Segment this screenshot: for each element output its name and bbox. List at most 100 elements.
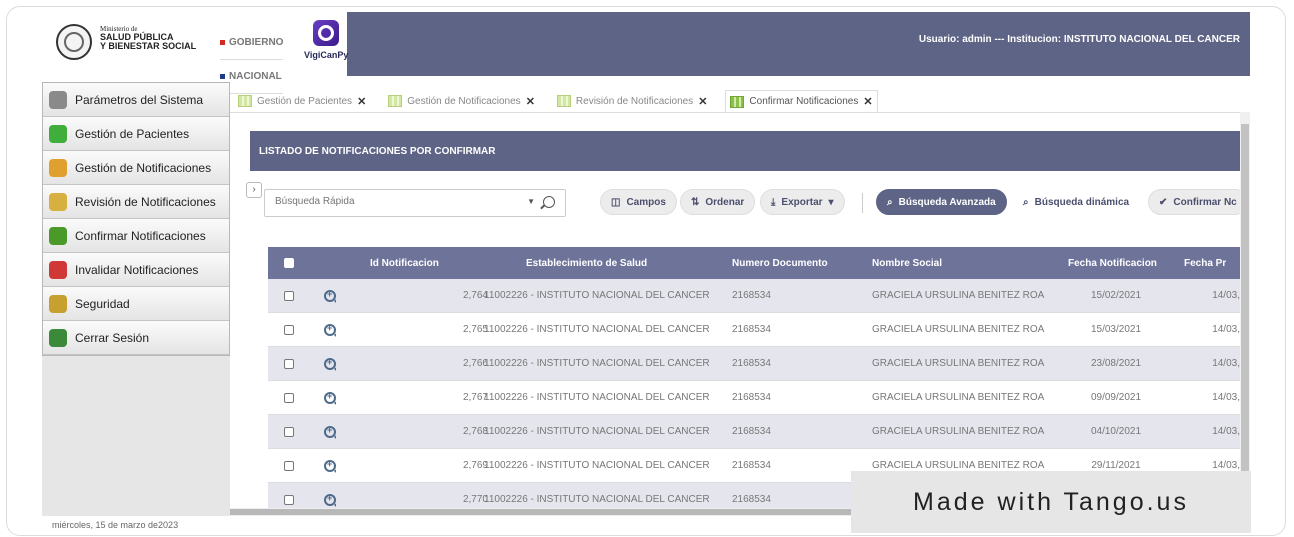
- row-checkbox[interactable]: [284, 290, 294, 301]
- row-view-cell: [324, 347, 336, 380]
- app-name: VigiCanPy: [304, 50, 349, 60]
- zoom-in-icon[interactable]: [324, 391, 336, 404]
- zoom-in-icon[interactable]: [324, 323, 336, 336]
- main-content: LISTADO DE NOTIFICACIONES POR CONFIRMAR …: [230, 112, 1240, 508]
- search-icon: ⌕: [887, 196, 893, 208]
- zoom-in-icon[interactable]: [324, 459, 336, 472]
- col-fecha-pr[interactable]: Fecha Pr: [1184, 247, 1226, 279]
- cell-id: 2,767: [462, 392, 488, 403]
- row-view-cell: [324, 313, 336, 346]
- invalidate-icon: [49, 260, 67, 279]
- tab-0[interactable]: Gestión de Pacientes ✕: [234, 90, 370, 112]
- ministry-seal-icon: [56, 24, 92, 60]
- cell-fecha: 15/03/2021: [1090, 324, 1142, 335]
- zoom-in-icon[interactable]: [324, 289, 336, 302]
- row-checkbox[interactable]: [284, 460, 294, 471]
- zoom-in-icon[interactable]: [324, 425, 336, 438]
- row-checkbox[interactable]: [284, 426, 294, 437]
- busqueda-dinamica-button[interactable]: ⌕ Búsqueda dinámica: [1012, 189, 1141, 215]
- cell-fecha_pr: 14/03,: [1212, 358, 1240, 369]
- tab-3[interactable]: Confirmar Notificaciones ✕: [725, 90, 878, 112]
- busqueda-avanzada-button[interactable]: ⌕ Búsqueda Avanzada: [876, 189, 1007, 215]
- sidebar-item-7[interactable]: Cerrar Sesión: [43, 321, 229, 355]
- select-all-cell: [284, 247, 294, 279]
- row-checkbox[interactable]: [284, 494, 294, 505]
- sidebar: Parámetros del Sistema Gestión de Pacient…: [42, 82, 230, 356]
- row-select-cell: [284, 449, 294, 482]
- col-fecha-notificacion[interactable]: Fecha Notificacion: [1068, 247, 1157, 279]
- zoom-in-icon[interactable]: [324, 493, 336, 506]
- row-checkbox[interactable]: [284, 392, 294, 403]
- quick-search[interactable]: ▼: [264, 189, 566, 217]
- zoom-in-icon[interactable]: [324, 357, 336, 370]
- cell-establecimiento: 11002226 - INSTITUTO NACIONAL DEL CANCER: [484, 426, 710, 437]
- columns-icon: ◫: [611, 196, 621, 208]
- col-nombre-social[interactable]: Nombre Social: [872, 247, 942, 279]
- sidebar-item-1[interactable]: Gestión de Pacientes: [43, 117, 229, 151]
- flag-blue-icon: [220, 74, 225, 79]
- select-all-checkbox[interactable]: [284, 258, 294, 268]
- sidebar-item-5[interactable]: Invalidar Notificaciones: [43, 253, 229, 287]
- confirmar-button[interactable]: ✔ Confirmar Nc: [1148, 189, 1240, 215]
- sidebar-item-4[interactable]: Confirmar Notificaciones: [43, 219, 229, 253]
- expand-toggle-button[interactable]: ›: [246, 182, 262, 198]
- close-icon[interactable]: ✕: [698, 95, 707, 108]
- cell-documento: 2168534: [732, 426, 771, 437]
- grid-icon: [730, 95, 745, 108]
- cell-id: 2,769: [462, 460, 488, 471]
- row-select-cell: [284, 279, 294, 312]
- table-row[interactable]: 2,76811002226 - INSTITUTO NACIONAL DEL C…: [268, 415, 1240, 449]
- close-icon[interactable]: ✕: [357, 95, 366, 108]
- table-row[interactable]: 2,76411002226 - INSTITUTO NACIONAL DEL C…: [268, 279, 1240, 313]
- sidebar-item-label: Invalidar Notificaciones: [75, 262, 199, 277]
- busqueda-dinamica-label: Búsqueda dinámica: [1034, 196, 1130, 208]
- toolbar-divider: [862, 193, 863, 213]
- row-select-cell: [284, 415, 294, 448]
- exportar-button[interactable]: ⤓ Exportar ▾: [760, 189, 845, 215]
- dropdown-caret-icon[interactable]: ▼: [527, 197, 535, 206]
- sidebar-item-label: Revisión de Notificaciones: [75, 194, 216, 209]
- ministry-line3: Y BIENESTAR SOCIAL: [100, 41, 197, 51]
- row-checkbox[interactable]: [284, 324, 294, 335]
- cell-establecimiento: 11002226 - INSTITUTO NACIONAL DEL CANCER: [484, 358, 710, 369]
- cell-fecha: 04/10/2021: [1090, 426, 1142, 437]
- tab-2[interactable]: Revisión de Notificaciones ✕: [553, 90, 712, 112]
- col-numero-documento[interactable]: Numero Documento: [732, 247, 828, 279]
- sidebar-item-6[interactable]: Seguridad: [43, 287, 229, 321]
- table-row[interactable]: 2,76611002226 - INSTITUTO NACIONAL DEL C…: [268, 347, 1240, 381]
- grid-icon: [388, 95, 403, 107]
- confirmar-label: Confirmar Nc: [1173, 196, 1237, 208]
- cell-documento: 2168534: [732, 324, 771, 335]
- cell-id: 2,765: [462, 324, 488, 335]
- cell-id: 2,768: [462, 426, 488, 437]
- vertical-scrollbar[interactable]: [1240, 112, 1250, 508]
- table-row[interactable]: 2,76511002226 - INSTITUTO NACIONAL DEL C…: [268, 313, 1240, 347]
- sidebar-item-label: Gestión de Notificaciones: [75, 160, 212, 175]
- checkmark-icon: [49, 226, 67, 245]
- cell-fecha: 15/02/2021: [1090, 290, 1142, 301]
- campos-button[interactable]: ◫ Campos: [600, 189, 677, 215]
- tab-label: Confirmar Notificaciones: [749, 96, 859, 107]
- sidebar-item-0[interactable]: Parámetros del Sistema: [43, 83, 229, 117]
- tango-watermark: Made with Tango.us: [851, 471, 1251, 533]
- search-icon[interactable]: [543, 196, 555, 208]
- sidebar-item-3[interactable]: Revisión de Notificaciones: [43, 185, 229, 219]
- row-checkbox[interactable]: [284, 358, 294, 369]
- campos-label: Campos: [626, 196, 666, 208]
- close-icon[interactable]: ✕: [863, 95, 872, 108]
- cell-fecha: 23/08/2021: [1090, 358, 1142, 369]
- current-date: miércoles, 15 de marzo de2023: [52, 520, 179, 530]
- edit-document-icon: [49, 158, 67, 177]
- ministry-logo: Ministerio de SALUD PÚBLICA Y BIENESTAR …: [100, 26, 196, 51]
- table-row[interactable]: 2,76711002226 - INSTITUTO NACIONAL DEL C…: [268, 381, 1240, 415]
- close-icon[interactable]: ✕: [526, 95, 535, 108]
- ordenar-button[interactable]: ⇅ Ordenar: [680, 189, 756, 215]
- col-establecimiento[interactable]: Establecimiento de Salud: [526, 247, 647, 279]
- vertical-scroll-thumb[interactable]: [1241, 124, 1249, 474]
- cell-documento: 2168534: [732, 290, 771, 301]
- search-input[interactable]: [275, 196, 515, 207]
- sidebar-item-2[interactable]: Gestión de Notificaciones: [43, 151, 229, 185]
- col-id-notificacion[interactable]: Id Notificacion: [370, 247, 439, 279]
- busqueda-avanzada-label: Búsqueda Avanzada: [898, 196, 996, 208]
- tab-1[interactable]: Gestión de Notificaciones ✕: [384, 90, 539, 112]
